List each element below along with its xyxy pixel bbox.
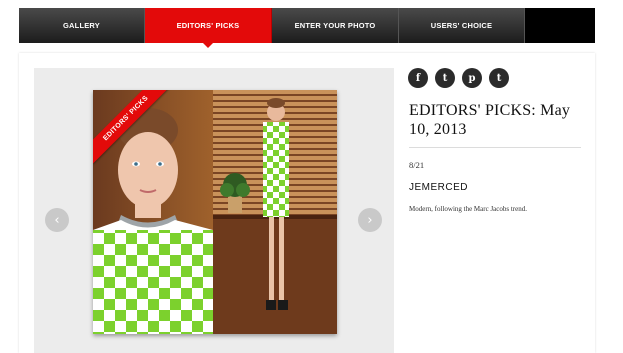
chevron-left-icon: ‹ — [54, 212, 60, 228]
top-nav: GALLERY EDITORS' PICKS ENTER YOUR PHOTO … — [19, 8, 595, 48]
nav-tab-enter-your-photo[interactable]: ENTER YOUR PHOTO — [272, 8, 399, 43]
tumblr-icon[interactable]: t — [489, 68, 509, 88]
ribbon-label: EDITORS' PICKS — [93, 90, 171, 164]
nav-tab-gallery[interactable]: GALLERY — [19, 8, 145, 43]
photo-username: JEMERCED — [409, 182, 469, 193]
nav-tab-editors-picks[interactable]: EDITORS' PICKS — [145, 8, 272, 48]
divider — [409, 147, 581, 148]
page-title: EDITORS' PICKS: May 10, 2013 — [409, 102, 571, 138]
next-button[interactable]: › — [358, 208, 382, 232]
photo-caption: Modern, following the Marc Jacobs trend. — [409, 205, 527, 213]
social-share-bar: f t p t — [408, 68, 509, 88]
twitter-icon[interactable]: t — [435, 68, 455, 88]
editors-picks-ribbon: EDITORS' PICKS — [93, 90, 173, 170]
nav-spacer — [525, 8, 595, 43]
pinterest-icon[interactable]: p — [462, 68, 482, 88]
photo-counter: 8/21 — [409, 160, 425, 170]
chevron-right-icon: › — [367, 212, 373, 228]
nav-tab-users-choice[interactable]: USERS' CHOICE — [399, 8, 525, 43]
facebook-icon[interactable]: f — [408, 68, 428, 88]
prev-button[interactable]: ‹ — [45, 208, 69, 232]
